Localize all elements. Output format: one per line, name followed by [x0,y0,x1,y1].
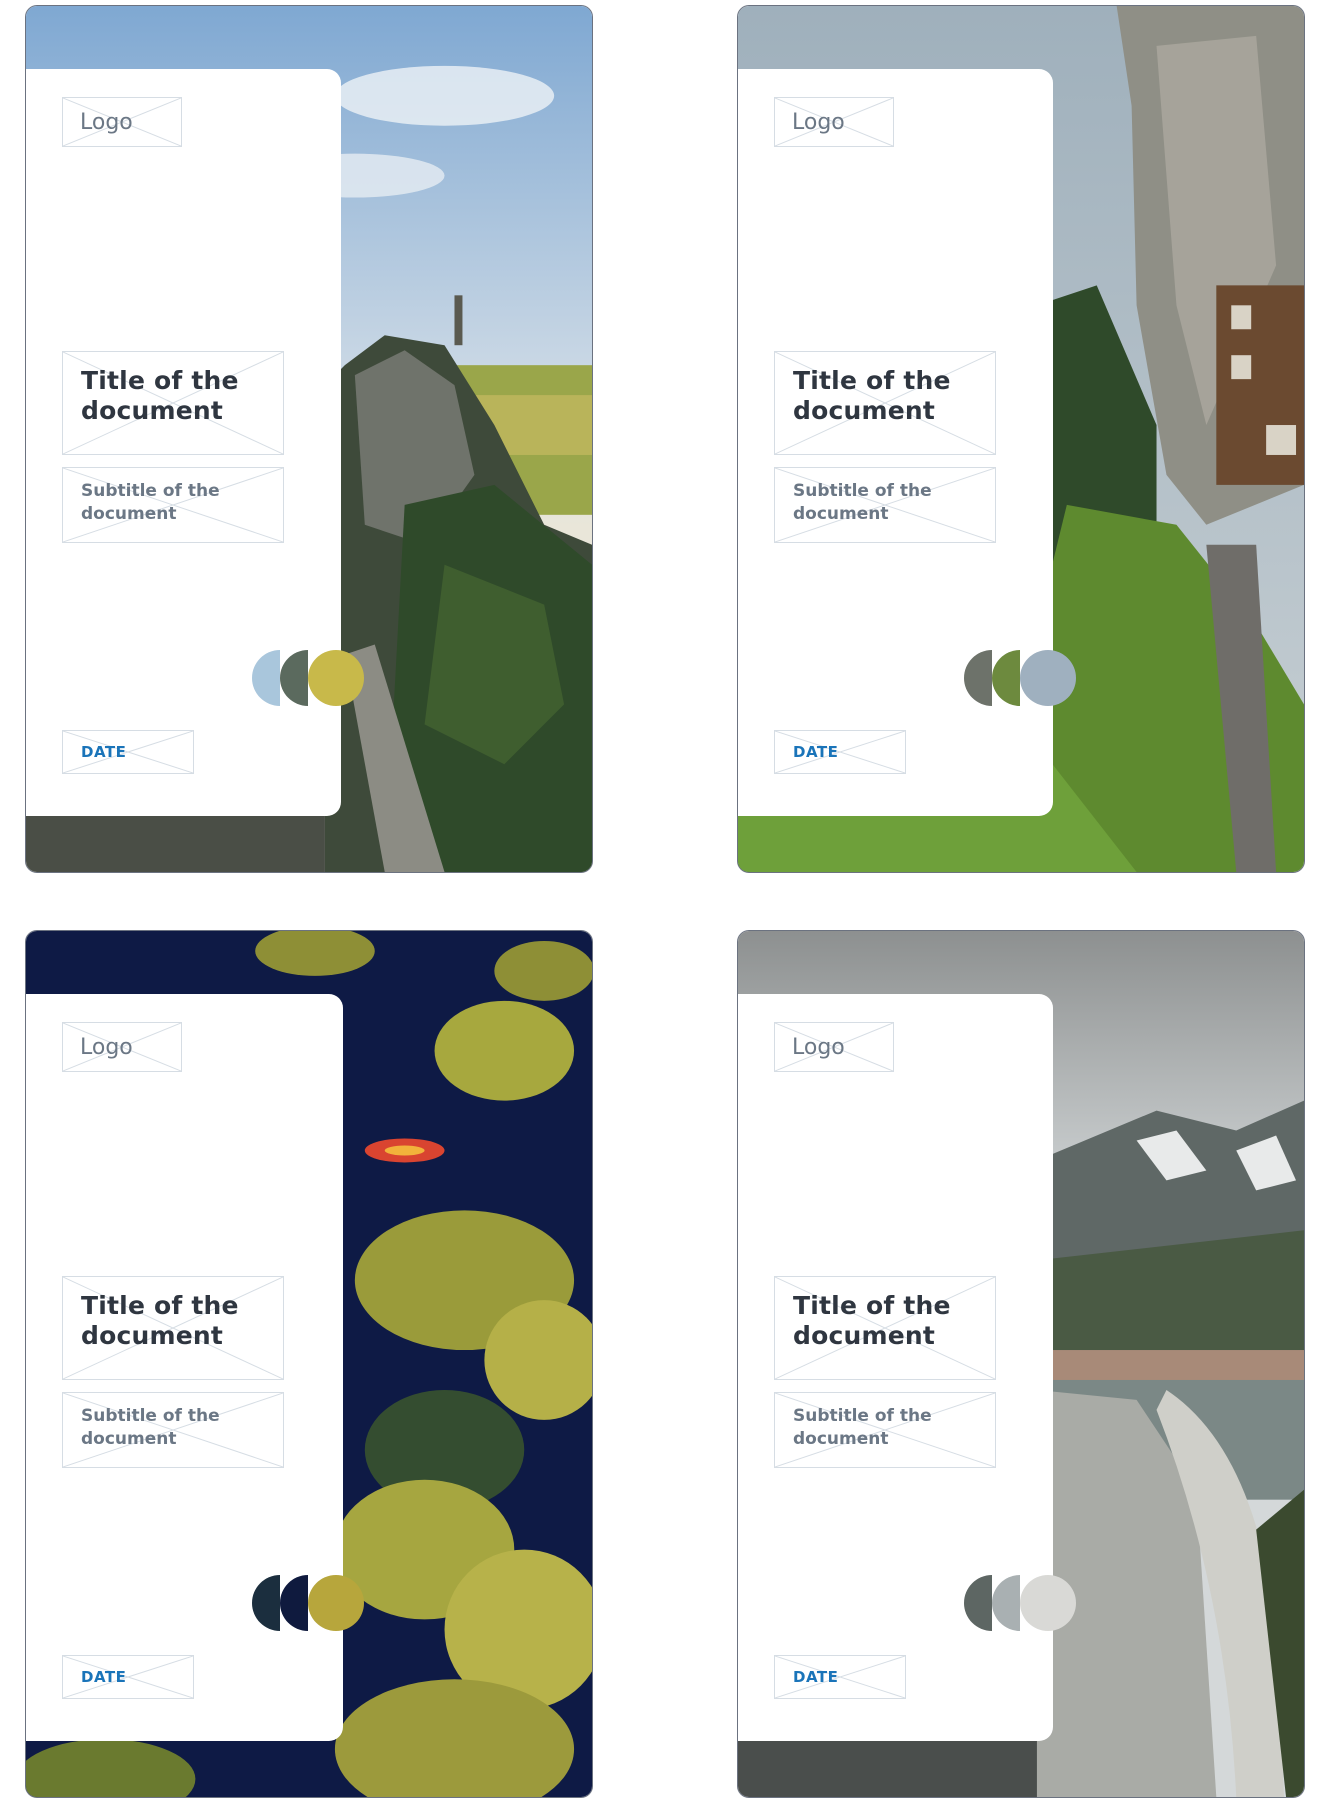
subtitle-placeholder[interactable]: Subtitle of the document [62,467,284,543]
cover-panel: Logo Title of the document Subtitle of t… [26,69,364,816]
logo-placeholder[interactable]: Logo [62,97,182,147]
subtitle-line-2: document [81,1429,177,1449]
title-placeholder[interactable]: Title of the document [62,351,284,455]
color-swatches [963,649,1083,707]
title-line-1: Title of the [793,366,951,395]
subtitle-line-1: Subtitle of the [81,481,220,501]
title-placeholder[interactable]: Title of the document [774,1276,996,1380]
date-placeholder[interactable]: DATE [774,730,906,774]
subtitle-line-2: document [793,504,889,524]
date-placeholder[interactable]: DATE [62,1655,194,1699]
swatch-circle [308,1575,364,1631]
date-text: DATE [81,1668,127,1686]
title-line-1: Title of the [81,366,239,395]
subtitle-placeholder[interactable]: Subtitle of the document [774,1392,996,1468]
color-swatches [251,1574,371,1632]
logo-placeholder[interactable]: Logo [774,97,894,147]
logo-placeholder[interactable]: Logo [774,1022,894,1072]
cover-panel: Logo Title of the document Subtitle of t… [738,69,1076,816]
title-placeholder[interactable]: Title of the document [62,1276,284,1380]
swatch-half-1 [964,650,992,706]
logo-text: Logo [80,110,133,135]
cover-template-card-1[interactable]: Logo Title of the document Subtitle of t… [25,5,593,873]
title-line-1: Title of the [81,1291,239,1320]
date-text: DATE [793,743,839,761]
swatch-half-2 [280,1575,308,1631]
cover-panel: Logo Title of the document Subtitle of t… [26,994,364,1741]
title-line-2: document [793,1321,936,1350]
date-text: DATE [793,1668,839,1686]
swatch-circle [1020,1575,1076,1631]
swatch-half-1 [964,1575,992,1631]
swatch-half-2 [280,650,308,706]
cover-template-card-4[interactable]: Logo Title of the document Subtitle of t… [737,930,1305,1798]
date-placeholder[interactable]: DATE [774,1655,906,1699]
color-swatches [251,649,371,707]
title-line-1: Title of the [793,1291,951,1320]
date-placeholder[interactable]: DATE [62,730,194,774]
swatch-half-1 [252,1575,280,1631]
title-line-2: document [81,396,224,425]
title-line-2: document [793,396,936,425]
title-placeholder[interactable]: Title of the document [774,351,996,455]
cover-template-card-2[interactable]: Logo Title of the document Subtitle of t… [737,5,1305,873]
logo-text: Logo [792,110,845,135]
swatch-half-2 [992,650,1020,706]
subtitle-line-2: document [81,504,177,524]
subtitle-line-1: Subtitle of the [81,1406,220,1426]
subtitle-line-2: document [793,1429,889,1449]
title-line-2: document [81,1321,224,1350]
swatch-half-2 [992,1575,1020,1631]
swatch-half-1 [252,650,280,706]
subtitle-line-1: Subtitle of the [793,1406,932,1426]
logo-placeholder[interactable]: Logo [62,1022,182,1072]
color-swatches [963,1574,1083,1632]
cover-template-card-3[interactable]: Logo Title of the document Subtitle of t… [25,930,593,1798]
swatch-circle [308,650,364,706]
cover-panel: Logo Title of the document Subtitle of t… [738,994,1076,1741]
swatch-circle [1020,650,1076,706]
subtitle-placeholder[interactable]: Subtitle of the document [774,467,996,543]
logo-text: Logo [80,1035,133,1060]
date-text: DATE [81,743,127,761]
subtitle-line-1: Subtitle of the [793,481,932,501]
subtitle-placeholder[interactable]: Subtitle of the document [62,1392,284,1468]
logo-text: Logo [792,1035,845,1060]
